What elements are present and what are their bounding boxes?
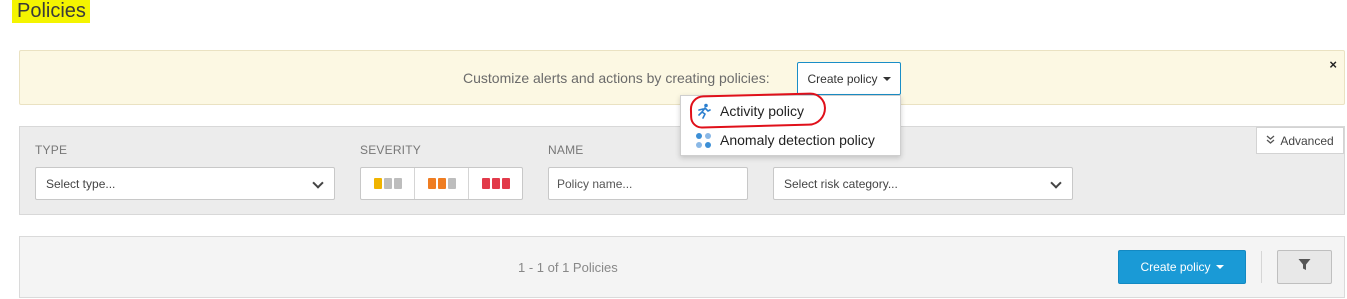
type-label: TYPE <box>35 143 68 157</box>
create-policy-menu: Activity policy Anomaly detection policy <box>680 92 901 156</box>
caret-down-icon <box>1215 265 1224 269</box>
create-policy-dropdown-button[interactable]: Create policy <box>797 62 901 95</box>
create-policy-label: Create policy <box>807 71 878 86</box>
caret-down-icon <box>882 76 891 81</box>
divider <box>1261 251 1262 283</box>
type-select[interactable]: Select type... <box>35 167 335 200</box>
dots-grid-icon <box>696 132 712 148</box>
page-title: Policies <box>12 0 90 23</box>
double-chevron-down-icon <box>1266 135 1275 147</box>
close-icon[interactable]: × <box>1329 57 1337 72</box>
severity-toggle-group <box>360 167 523 200</box>
funnel-icon <box>1298 258 1311 276</box>
advanced-button[interactable]: Advanced <box>1256 127 1344 154</box>
chevron-down-icon <box>312 177 324 189</box>
menu-item-label: Anomaly detection policy <box>720 132 875 148</box>
banner-text: Customize alerts and actions by creating… <box>463 70 770 86</box>
risk-select-value: Select risk category... <box>784 176 898 191</box>
menu-item-anomaly-detection-policy[interactable]: Anomaly detection policy <box>681 126 900 154</box>
name-label: NAME <box>548 143 584 157</box>
severity-low-button[interactable] <box>361 168 415 199</box>
severity-medium-button[interactable] <box>415 168 469 199</box>
create-policy-label: Create policy <box>1140 260 1211 274</box>
menu-item-activity-policy[interactable]: Activity policy <box>681 92 900 129</box>
severity-high-button[interactable] <box>469 168 522 199</box>
policy-name-input[interactable] <box>548 167 748 200</box>
create-policy-button[interactable]: Create policy <box>1118 250 1246 284</box>
results-bar: 1 - 1 of 1 Policies Create policy <box>19 236 1345 298</box>
advanced-label: Advanced <box>1280 133 1334 148</box>
severity-label: SEVERITY <box>360 143 421 157</box>
chevron-down-icon <box>1050 177 1062 189</box>
running-person-icon <box>696 103 712 119</box>
results-count: 1 - 1 of 1 Policies <box>518 260 618 275</box>
risk-category-select[interactable]: Select risk category... <box>773 167 1073 200</box>
filter-toggle-button[interactable] <box>1277 250 1332 284</box>
type-select-value: Select type... <box>46 176 116 191</box>
